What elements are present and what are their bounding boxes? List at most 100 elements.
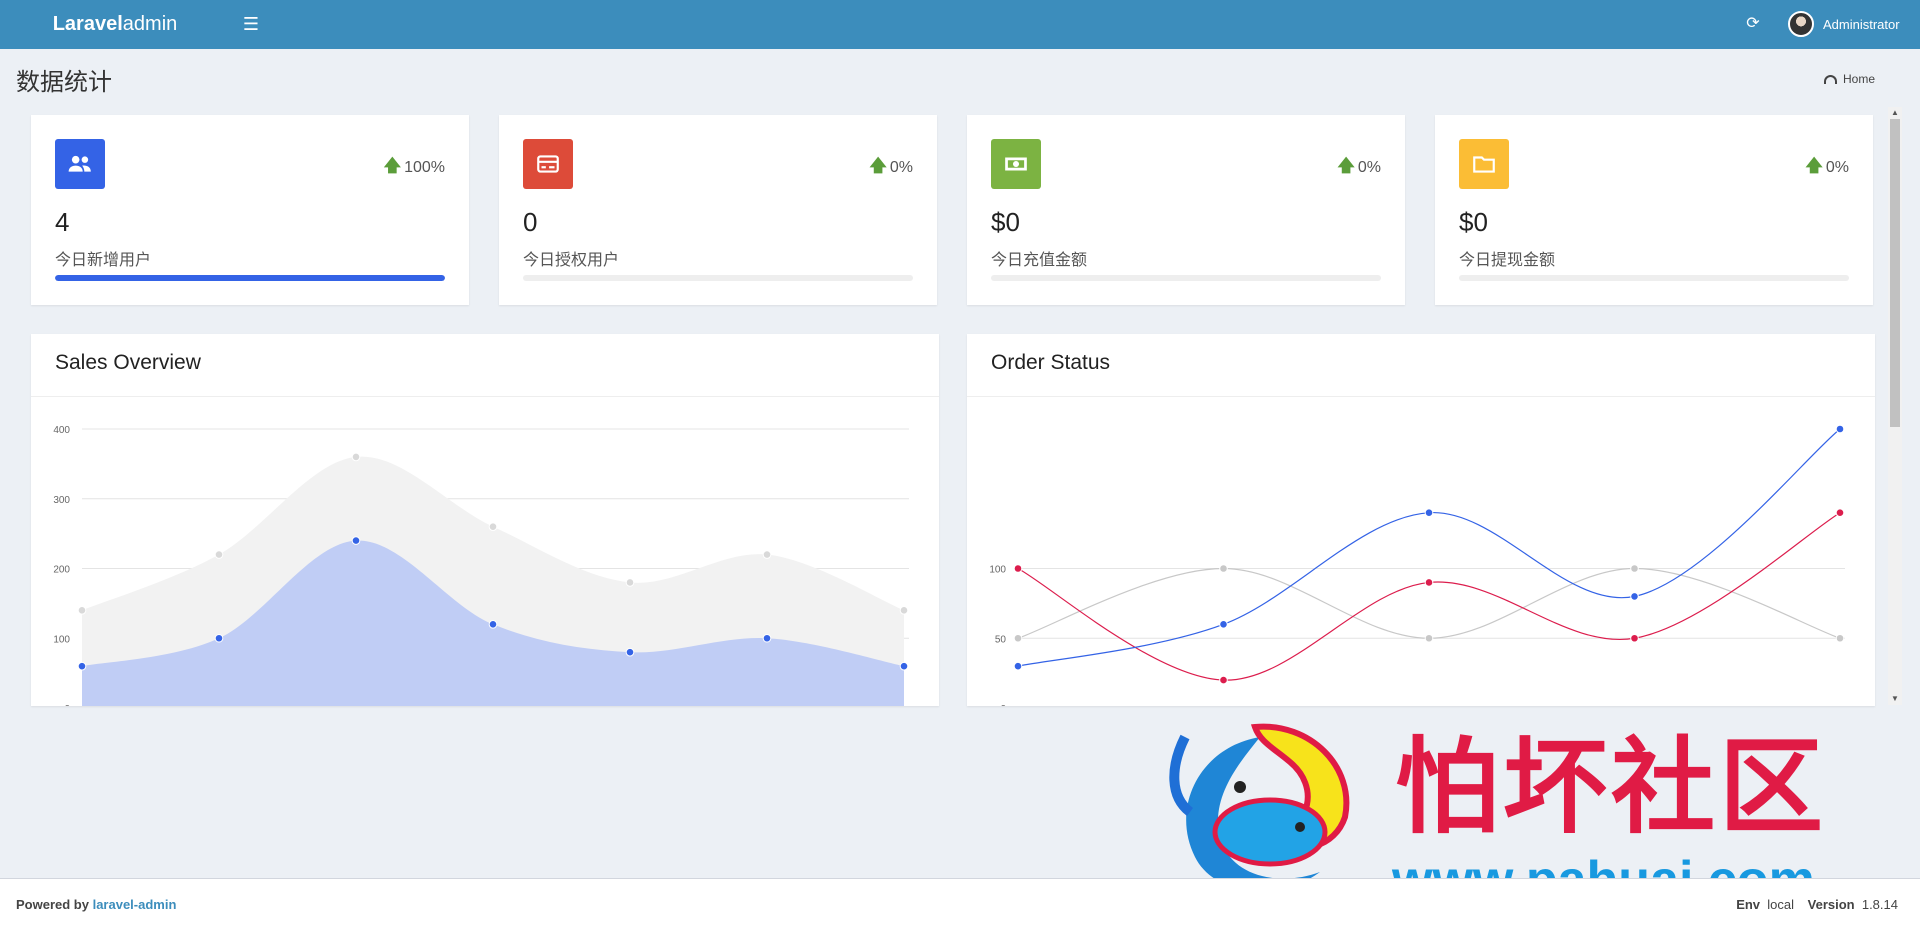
data-point (625, 578, 635, 587)
data-point (1424, 633, 1434, 643)
footer-meta: Env local Version 1.8.14 (1726, 897, 1898, 912)
data-point (1013, 633, 1023, 643)
logo-bold: Laravel (52, 13, 123, 35)
sales-overview-chart: 400 300 200 100 0 (53, 425, 909, 706)
dashboard-icon (1824, 74, 1837, 84)
y-tick-label: 200 (53, 565, 70, 576)
card-icon (523, 139, 573, 189)
data-point (77, 661, 87, 671)
breadcrumb: Home (1824, 72, 1875, 86)
vertical-scrollbar[interactable]: ▲ ▼ (1888, 107, 1902, 705)
stat-value: 0 (523, 207, 538, 237)
stat-card-new-users: 🡅 100% 4 今日新增用户 (31, 115, 469, 305)
order-status-panel: Order Status 100 50 0 (967, 334, 1875, 706)
breadcrumb-home[interactable]: Home (1843, 72, 1875, 86)
env-value: local (1767, 897, 1795, 912)
data-point (214, 633, 224, 643)
data-point (77, 606, 87, 615)
series-line (1017, 512, 1841, 681)
env-label: Env (1736, 897, 1761, 912)
top-navbar: Laravel admin ☰ ⟳ Administrator (0, 0, 1920, 49)
stat-label: 今日授权用户 (523, 252, 620, 269)
stat-label: 今日新增用户 (55, 252, 152, 269)
y-tick-label: 300 (53, 495, 70, 506)
data-point (1835, 424, 1845, 434)
footer: Powered by laravel-admin Env local Versi… (0, 878, 1920, 926)
data-point (1630, 564, 1639, 573)
data-point (625, 647, 635, 657)
stat-card-recharge-amount: 🡅 0% $0 今日充值金额 (967, 115, 1405, 305)
data-point (1630, 633, 1639, 643)
scrollbar-thumb[interactable] (1890, 119, 1900, 427)
users-icon (55, 139, 105, 189)
chart-title: Order Status (991, 351, 1111, 374)
y-tick-label: 100 (989, 565, 1006, 576)
stat-change: 🡅 0% (1337, 153, 1381, 182)
powered-by-text: Powered by (16, 897, 93, 912)
stat-label: 今日充值金额 (991, 252, 1088, 269)
data-point (214, 550, 224, 559)
y-tick-label: 0 (1000, 704, 1006, 706)
laravel-admin-link[interactable]: laravel-admin (93, 897, 177, 912)
data-point (1630, 592, 1639, 601)
data-point (1424, 578, 1434, 587)
data-point (899, 606, 909, 615)
scroll-down-icon[interactable]: ▼ (1891, 695, 1899, 703)
data-point (1219, 620, 1228, 629)
chart-title: Sales Overview (55, 351, 201, 374)
stat-value: $0 (1459, 207, 1488, 237)
app-logo[interactable]: Laravel admin (0, 0, 230, 49)
data-point (762, 633, 772, 643)
stat-change-value: 0% (889, 158, 913, 176)
data-point (1835, 633, 1845, 643)
y-tick-label: 0 (64, 704, 70, 706)
stat-progress-bar (55, 275, 445, 281)
stat-progress-bar (991, 275, 1381, 281)
data-point (1219, 675, 1228, 685)
data-point (488, 522, 498, 531)
footer-powered-by: Powered by laravel-admin (16, 897, 176, 912)
data-point (1835, 508, 1845, 517)
arrow-up-icon: 🡅 (1337, 156, 1355, 175)
refresh-icon[interactable]: ⟳ (1742, 13, 1764, 35)
stat-card-authorized-users: 🡅 0% 0 今日授权用户 (499, 115, 937, 305)
data-point (1219, 564, 1228, 573)
user-menu[interactable]: Administrator (1788, 11, 1900, 37)
arrow-up-icon: 🡅 (1805, 156, 1823, 175)
arrow-up-icon: 🡅 (869, 156, 887, 175)
stat-change-value: 100% (404, 158, 445, 176)
y-tick-label: 50 (995, 634, 1007, 645)
stat-card-withdraw-amount: 🡅 0% $0 今日提现金额 (1435, 115, 1873, 305)
data-point (1013, 564, 1023, 573)
user-name: Administrator (1823, 16, 1900, 32)
stat-change-value: 0% (1825, 158, 1849, 176)
stat-change: 🡅 0% (1805, 153, 1849, 182)
data-point (762, 550, 772, 559)
scroll-up-icon[interactable]: ▲ (1891, 109, 1899, 117)
stat-change-value: 0% (1357, 158, 1381, 176)
stat-value: 4 (55, 207, 70, 237)
stat-progress-fill (55, 275, 445, 281)
watermark-title: 怕坏社区 (1395, 726, 1828, 848)
data-point (351, 452, 361, 462)
data-point (899, 661, 909, 671)
y-tick-label: 400 (53, 425, 70, 436)
data-point (351, 536, 361, 545)
stat-progress-bar (1459, 275, 1849, 281)
page-title: 数据统计 (16, 69, 112, 96)
data-point (1013, 661, 1023, 671)
logo-light: admin (122, 13, 178, 35)
stat-change: 🡅 100% (384, 153, 445, 182)
y-tick-label: 100 (53, 634, 70, 645)
money-icon (991, 139, 1041, 189)
avatar (1788, 11, 1814, 37)
version-value: 1.8.14 (1861, 897, 1898, 912)
folder-icon (1459, 139, 1509, 189)
order-status-chart: 100 50 0 (989, 424, 1845, 706)
arrow-up-icon: 🡅 (383, 156, 402, 175)
stat-label: 今日提现金额 (1459, 252, 1556, 269)
sidebar-toggle-icon[interactable]: ☰ (240, 13, 262, 35)
stat-value: $0 (991, 207, 1020, 237)
data-point (488, 620, 498, 629)
data-point (1424, 508, 1434, 517)
